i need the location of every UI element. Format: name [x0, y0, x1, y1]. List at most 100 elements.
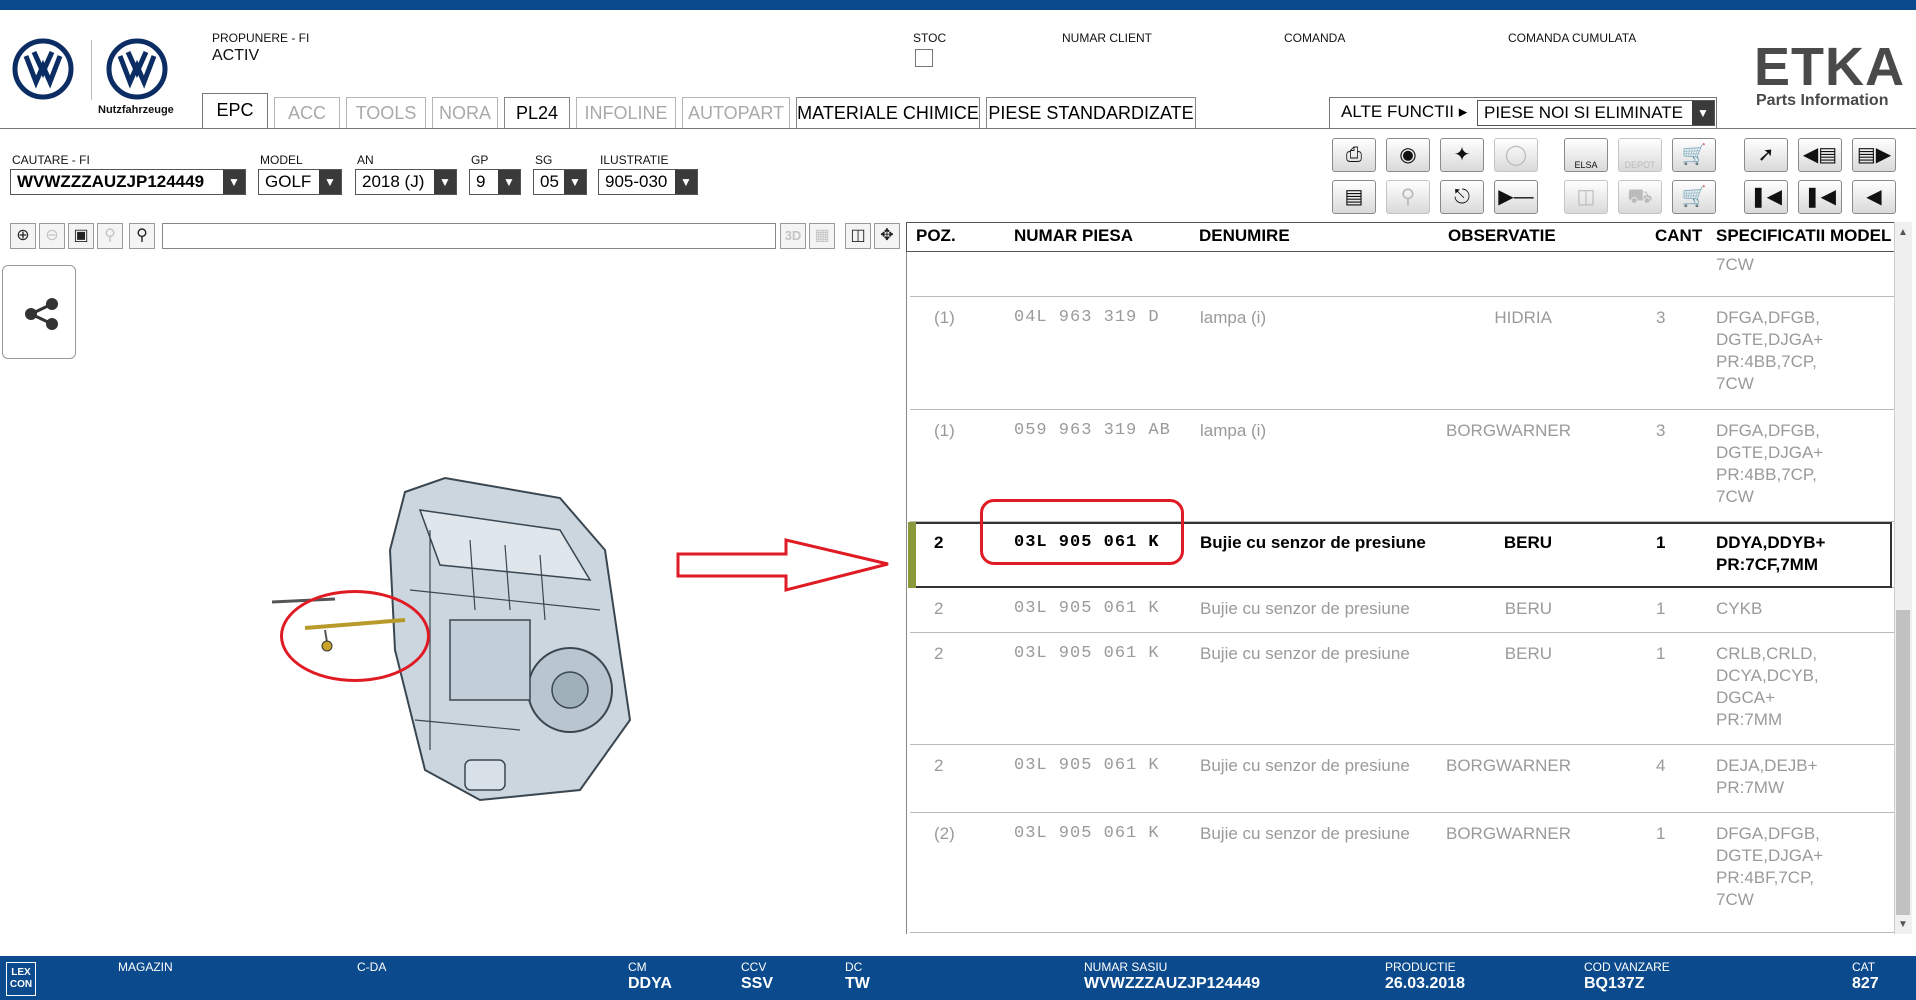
elsa-icon[interactable]: ELSA — [1564, 138, 1608, 172]
part-number-cell: 03L 905 061 K — [1014, 599, 1160, 618]
tab-tools[interactable]: TOOLS — [346, 97, 426, 128]
dc-value: TW — [845, 975, 870, 992]
spec-cell: CYKB — [1716, 599, 1763, 618]
sasiu-value: WVWZZZAUZJP124449 — [1084, 975, 1261, 992]
spec-cell: 7CW — [1716, 255, 1754, 274]
doc-left-icon[interactable]: ◀▤ — [1798, 138, 1842, 172]
ilustratie-select[interactable]: 905-030 ▼ — [598, 169, 698, 195]
col-denumire[interactable]: DENUMIRE — [1199, 226, 1290, 246]
monitor-icon[interactable]: ◫ — [1564, 180, 1608, 214]
spec-cell: DEJA,DEJB+ PR:7MW — [1716, 756, 1818, 797]
col-cant[interactable]: CANT — [1655, 226, 1702, 246]
observatie-cell: HIDRIA — [1494, 308, 1552, 327]
spec-cell: CRLB,CRLD, DCYA,DCYB, DGCA+ PR:7MM — [1716, 644, 1819, 729]
pin-icon[interactable]: ➚ — [1744, 138, 1788, 172]
key-icon[interactable]: ⚲ — [1386, 180, 1430, 214]
table-row[interactable]: (1) 04L 963 319 D lampa (i) HIDRIA 3 DFGA,DFG… — [910, 297, 1894, 410]
sg-value: 05 — [540, 172, 559, 191]
observatie-cell: BERU — [1504, 644, 1552, 663]
tab-epc[interactable]: EPC — [202, 93, 268, 129]
col-observatie[interactable]: OBSERVATIE — [1448, 226, 1556, 246]
etka-subtitle: Parts Information — [1756, 92, 1889, 109]
col-poz[interactable]: POZ. — [916, 226, 956, 246]
cant-cell: 3 — [1656, 421, 1666, 440]
sg-select[interactable]: 05 ▼ — [533, 169, 587, 195]
annotation-arrow — [676, 537, 892, 593]
tab-pl24[interactable]: PL24 — [504, 97, 570, 128]
alte-functii-selected: PIESE NOI SI ELIMINATE — [1484, 103, 1684, 122]
image-search-input[interactable] — [162, 223, 776, 249]
col-numar-piesa[interactable]: NUMAR PIESA — [1014, 226, 1133, 246]
denumire-cell: Bujie cu senzor de presiune — [1200, 824, 1410, 843]
doc-right-icon[interactable]: ▤▶ — [1852, 138, 1896, 172]
highlight-circle-illustration — [280, 590, 430, 682]
table-row[interactable]: 2 03L 905 061 K Bujie cu senzor de presiun… — [910, 745, 1894, 813]
an-select[interactable]: 2018 (J) ▼ — [355, 169, 457, 195]
cd-icon[interactable]: ◉ — [1386, 138, 1430, 172]
tab-infoline[interactable]: INFOLINE — [576, 97, 676, 128]
stoc-checkbox[interactable] — [915, 49, 933, 67]
gp-select[interactable]: 9 ▼ — [469, 169, 521, 195]
denumire-cell: lampa (i) — [1200, 421, 1267, 440]
view-3d-button[interactable]: 3D — [780, 223, 806, 249]
layout-toggle-icon[interactable]: ▦ — [809, 223, 835, 249]
list-icon[interactable]: ▤ — [1332, 180, 1376, 214]
scroll-down-icon[interactable]: ▼ — [1894, 916, 1912, 934]
tab-acc[interactable]: ACC — [274, 97, 340, 128]
chevron-down-icon: ▼ — [319, 170, 341, 194]
tab-autopart[interactable]: AUTOPART — [682, 97, 790, 128]
cda-label: C-DA — [357, 960, 387, 974]
back-icon[interactable]: ◀ — [1852, 180, 1896, 214]
cant-cell: 4 — [1656, 756, 1666, 775]
chevron-down-icon: ▼ — [223, 170, 245, 194]
depot-icon[interactable]: DEPOT — [1618, 138, 1662, 172]
col-specificatii[interactable]: SPECIFICATII MODEL — [1716, 226, 1891, 246]
tab-piese-standardizate[interactable]: PIESE STANDARDIZATE — [986, 97, 1196, 128]
cant-cell: 1 — [1656, 599, 1666, 618]
logo-caption: Nutzfahrzeuge — [98, 104, 174, 116]
zoom-in-icon[interactable]: ⊕ — [10, 223, 36, 249]
print-icon[interactable]: ⎙ — [1332, 138, 1376, 172]
resize-handle-icon[interactable]: ✥ — [874, 223, 900, 249]
spec-cell: DFGA,DFGB, DGTE,DJGA+ PR:4BB,7CP, 7CW — [1716, 308, 1824, 393]
poz-cell: 2 — [934, 644, 944, 663]
alte-functii-label[interactable]: ALTE FUNCTII ▸ — [1341, 102, 1467, 122]
handshake-icon[interactable]: ✦ — [1440, 138, 1484, 172]
tab-baseline — [0, 128, 1916, 129]
search-cd-icon[interactable]: ◯ — [1494, 138, 1538, 172]
chevron-down-icon: ▼ — [1692, 101, 1714, 125]
ilustratie-value: 905-030 — [605, 172, 668, 191]
zoom-fit-icon[interactable]: ▣ — [68, 223, 94, 249]
truck-icon[interactable]: ⛟ — [1618, 180, 1662, 214]
scrollbar-thumb[interactable] — [1896, 610, 1910, 915]
denumire-cell: Bujie cu senzor de presiune — [1200, 756, 1410, 775]
model-select[interactable]: GOLF ▼ — [258, 169, 342, 195]
play-minus-icon[interactable]: ▶— — [1494, 180, 1538, 214]
top-brand-bar — [0, 0, 1916, 10]
car-network-icon[interactable]: ⎋ — [1440, 180, 1484, 214]
zoom-area-icon[interactable]: ⚲ — [97, 223, 123, 249]
split-view-icon[interactable]: ◫ — [845, 223, 871, 249]
cautare-select[interactable]: WVWZZZAUZJP124449 ▼ — [10, 169, 246, 195]
first-icon[interactable]: ❚◀ — [1744, 180, 1788, 214]
cart-add-icon[interactable]: 🛒 — [1672, 138, 1716, 172]
observatie-cell: BORGWARNER — [1446, 756, 1571, 775]
tab-nora[interactable]: NORA — [432, 97, 498, 128]
table-row[interactable]: 2 03L 905 061 K Bujie cu senzor de presiun… — [910, 633, 1894, 745]
share-button[interactable] — [2, 265, 76, 359]
model-label: MODEL — [260, 153, 303, 167]
table-row[interactable]: 2 03L 905 061 K Bujie cu senzor de presiun… — [910, 588, 1894, 633]
table-row[interactable]: (2) 03L 905 061 K Bujie cu senzor de presi… — [910, 813, 1894, 933]
selected-row-marker — [908, 522, 916, 588]
prev-icon[interactable]: ❚◀ — [1798, 180, 1842, 214]
table-row-fragment: 7CW — [910, 252, 1894, 297]
poz-cell: (2) — [934, 824, 955, 843]
cart-icon[interactable]: 🛒 — [1672, 180, 1716, 214]
alte-functii-select[interactable]: PIESE NOI SI ELIMINATE ▼ — [1477, 100, 1715, 126]
vw-nutzfahrzeuge-logo — [106, 38, 168, 100]
tab-materiale-chimice[interactable]: MATERIALE CHIMICE — [796, 97, 980, 128]
magnifier-icon[interactable]: ⚲ — [129, 223, 155, 249]
scroll-up-icon[interactable]: ▲ — [1894, 224, 1912, 242]
zoom-out-icon[interactable]: ⊖ — [39, 223, 65, 249]
part-number-cell: 03L 905 061 K — [1014, 756, 1160, 775]
